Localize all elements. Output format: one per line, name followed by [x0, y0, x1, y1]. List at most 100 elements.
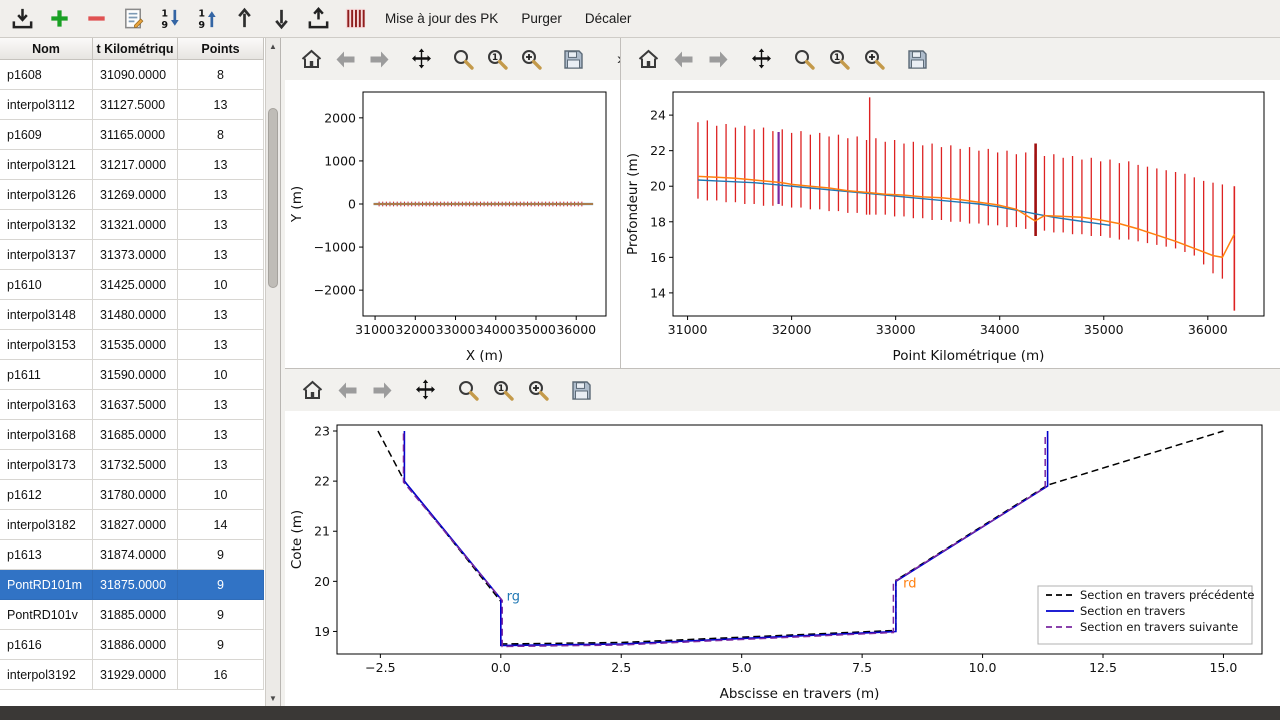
move-up-button[interactable] [230, 5, 258, 33]
name-cell[interactable]: interpol3121 [0, 150, 93, 180]
name-cell[interactable]: p1610 [0, 270, 93, 300]
pk-cell[interactable]: 31269.0000 [93, 180, 178, 210]
name-cell[interactable]: p1613 [0, 540, 93, 570]
pk-cell[interactable]: 31827.0000 [93, 510, 178, 540]
points-cell[interactable]: 9 [178, 540, 264, 570]
name-cell[interactable]: PontRD101v [0, 600, 93, 630]
sort-asc-button[interactable]: 19 [193, 5, 221, 33]
zoom-one-icon[interactable]: 1 [485, 46, 510, 72]
save-icon[interactable] [904, 46, 930, 72]
pk-cell[interactable]: 31321.0000 [93, 210, 178, 240]
points-cell[interactable]: 10 [178, 480, 264, 510]
name-cell[interactable]: interpol3192 [0, 660, 93, 690]
points-cell[interactable]: 13 [178, 240, 264, 270]
pk-cell[interactable]: 31480.0000 [93, 300, 178, 330]
forward-icon[interactable] [367, 46, 392, 72]
plan-view-chart[interactable]: 310003200033000340003500036000−2000−1000… [285, 80, 620, 368]
edit-button[interactable] [119, 5, 147, 33]
table-row[interactable]: interpol315331535.000013 [0, 330, 266, 360]
scrollbar-thumb[interactable] [268, 108, 278, 288]
table-row[interactable]: interpol312131217.000013 [0, 150, 266, 180]
pk-cell[interactable]: 31732.5000 [93, 450, 178, 480]
pk-cell[interactable]: 31886.0000 [93, 630, 178, 660]
table-row[interactable]: p161231780.000010 [0, 480, 266, 510]
points-cell[interactable]: 10 [178, 360, 264, 390]
table-row[interactable]: p160831090.00008 [0, 60, 266, 90]
points-cell[interactable]: 13 [178, 330, 264, 360]
pk-cell[interactable]: 31885.0000 [93, 600, 178, 630]
name-cell[interactable]: p1608 [0, 60, 93, 90]
pk-cell[interactable]: 31875.0000 [93, 570, 178, 600]
name-cell[interactable]: interpol3163 [0, 390, 93, 420]
points-cell[interactable]: 13 [178, 180, 264, 210]
home-icon[interactable] [299, 377, 325, 403]
table-row[interactable]: p161031425.000010 [0, 270, 266, 300]
pk-cell[interactable]: 31780.0000 [93, 480, 178, 510]
column-header-nom[interactable]: Nom [0, 38, 93, 60]
name-cell[interactable]: interpol3153 [0, 330, 93, 360]
home-icon[interactable] [299, 46, 324, 72]
zoom-icon[interactable] [791, 46, 817, 72]
pan-icon[interactable] [409, 46, 434, 72]
zoom-plus-icon[interactable] [525, 377, 551, 403]
remove-button[interactable] [82, 5, 110, 33]
scroll-up-icon[interactable]: ▲ [266, 39, 280, 53]
export-button[interactable] [304, 5, 332, 33]
pk-cell[interactable]: 31217.0000 [93, 150, 178, 180]
points-cell[interactable]: 8 [178, 60, 264, 90]
table-row[interactable]: p161631886.00009 [0, 630, 266, 660]
profile-chart[interactable]: 3100032000330003400035000360001416182022… [621, 80, 1280, 368]
name-cell[interactable]: p1612 [0, 480, 93, 510]
pk-cell[interactable]: 31373.0000 [93, 240, 178, 270]
pk-cell[interactable]: 31165.0000 [93, 120, 178, 150]
pk-cell[interactable]: 31874.0000 [93, 540, 178, 570]
zoom-one-icon[interactable]: 1 [826, 46, 852, 72]
pk-cell[interactable]: 31090.0000 [93, 60, 178, 90]
name-cell[interactable]: interpol3182 [0, 510, 93, 540]
save-icon[interactable] [568, 377, 594, 403]
back-icon[interactable] [334, 377, 360, 403]
table-row[interactable]: interpol311231127.500013 [0, 90, 266, 120]
pan-icon[interactable] [412, 377, 438, 403]
menu-purger[interactable]: Purger [514, 7, 569, 30]
name-cell[interactable]: interpol3173 [0, 450, 93, 480]
sections-button[interactable] [341, 5, 369, 33]
table-row[interactable]: interpol313731373.000013 [0, 240, 266, 270]
scroll-down-icon[interactable]: ▼ [266, 691, 280, 705]
name-cell[interactable]: interpol3126 [0, 180, 93, 210]
table-row[interactable]: interpol312631269.000013 [0, 180, 266, 210]
add-button[interactable] [45, 5, 73, 33]
zoom-icon[interactable] [451, 46, 476, 72]
points-cell[interactable]: 9 [178, 600, 264, 630]
column-header-pk[interactable]: t Kilométriqu [93, 38, 178, 60]
points-cell[interactable]: 13 [178, 450, 264, 480]
points-cell[interactable]: 16 [178, 660, 264, 690]
back-icon[interactable] [333, 46, 358, 72]
pk-cell[interactable]: 31590.0000 [93, 360, 178, 390]
cross-section-chart[interactable]: −2.50.02.55.07.510.012.515.01920212223Ab… [285, 411, 1280, 706]
points-cell[interactable]: 9 [178, 570, 264, 600]
forward-icon[interactable] [369, 377, 395, 403]
pk-cell[interactable]: 31127.5000 [93, 90, 178, 120]
table-row[interactable]: p161131590.000010 [0, 360, 266, 390]
pk-cell[interactable]: 31685.0000 [93, 420, 178, 450]
name-cell[interactable]: interpol3148 [0, 300, 93, 330]
name-cell[interactable]: PontRD101m [0, 570, 93, 600]
table-row[interactable]: PontRD101v31885.00009 [0, 600, 266, 630]
zoom-one-icon[interactable]: 1 [490, 377, 516, 403]
points-cell[interactable]: 13 [178, 150, 264, 180]
table-row[interactable]: interpol318231827.000014 [0, 510, 266, 540]
zoom-plus-icon[interactable] [861, 46, 887, 72]
menu-maj-pk[interactable]: Mise à jour des PK [378, 7, 505, 30]
points-cell[interactable]: 14 [178, 510, 264, 540]
save-icon[interactable] [561, 46, 586, 72]
points-cell[interactable]: 13 [178, 390, 264, 420]
pk-cell[interactable]: 31929.0000 [93, 660, 178, 690]
name-cell[interactable]: interpol3168 [0, 420, 93, 450]
points-cell[interactable]: 13 [178, 300, 264, 330]
pan-icon[interactable] [748, 46, 774, 72]
zoom-icon[interactable] [455, 377, 481, 403]
points-cell[interactable]: 13 [178, 90, 264, 120]
home-icon[interactable] [635, 46, 661, 72]
points-cell[interactable]: 10 [178, 270, 264, 300]
